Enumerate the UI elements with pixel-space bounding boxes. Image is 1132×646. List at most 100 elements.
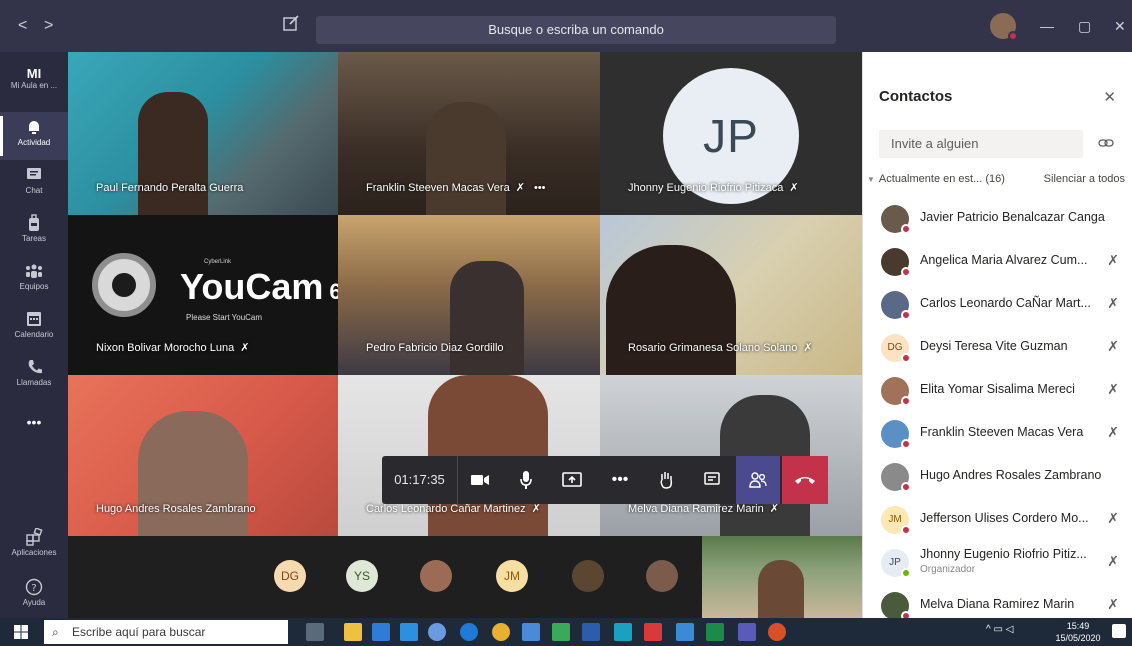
camera-button[interactable] [460, 456, 500, 504]
participant-chip[interactable] [572, 560, 604, 592]
minimize-button[interactable]: — [1040, 18, 1054, 34]
teams-icon [26, 264, 42, 278]
share-screen-button[interactable] [552, 456, 592, 504]
raise-hand-button[interactable] [646, 456, 686, 504]
mic-off-icon[interactable]: ✗ [1107, 553, 1119, 570]
powerpoint-icon[interactable] [768, 623, 786, 641]
forward-arrow-icon[interactable]: > [44, 16, 53, 36]
mic-off-icon[interactable]: ✗ [1107, 338, 1119, 355]
mic-off-icon[interactable]: ✗ [1107, 510, 1119, 527]
chat-toggle-button[interactable] [692, 456, 732, 504]
contacts-panel: Contactos ✕ Invite a alguien ▼ Actualment… [862, 52, 1132, 621]
participant-row[interactable]: Hugo Andres Rosales Zambrano [863, 455, 1132, 498]
rail-item-aplicaciones[interactable]: Aplicaciones [0, 522, 68, 570]
close-panel-icon[interactable]: ✕ [1103, 88, 1116, 106]
close-window-button[interactable]: ✕ [1114, 18, 1126, 34]
video-tile[interactable]: JP Jhonny Eugenio Riofrio Pitizaca ✗ [600, 52, 862, 215]
presence-status-icon [901, 353, 911, 363]
notification-center-icon[interactable] [1112, 624, 1126, 638]
rail-item-equipos[interactable]: Equipos [0, 256, 68, 304]
invite-input[interactable]: Invite a alguien [879, 130, 1083, 158]
store-icon[interactable] [372, 623, 390, 641]
participant-chip[interactable]: DG [274, 560, 306, 592]
command-search-input[interactable]: Busque o escriba un comando [316, 16, 836, 44]
presence-status-icon [901, 267, 911, 277]
rail-item-calendario[interactable]: Calendario [0, 304, 68, 352]
participant-row[interactable]: DG Deysi Teresa Vite Guzman ✗ [863, 326, 1132, 369]
system-tray-icons[interactable]: ^ ▭ ◁ [986, 624, 1013, 635]
excel-icon[interactable] [706, 623, 724, 641]
participant-name: Carlos Leonardo Cañar Martinez ✗ [366, 503, 541, 515]
org-switcher[interactable]: MI Mi Aula en ... [0, 60, 68, 108]
rail-item-tareas[interactable]: Tareas [0, 208, 68, 256]
video-tile[interactable]: Pedro Fabricio Diaz Gordillo [338, 215, 600, 375]
rail-item-chat[interactable]: Chat [0, 160, 68, 208]
taskbar-search-input[interactable]: ⌕ Escribe aquí para buscar [44, 620, 288, 644]
presence-status-icon [901, 310, 911, 320]
more-icon: ••• [611, 471, 629, 488]
share-link-icon[interactable] [1098, 136, 1114, 150]
system-clock[interactable]: 15:49 15/05/2020 [1050, 620, 1106, 644]
whatsapp-icon[interactable] [552, 623, 570, 641]
mic-off-icon[interactable]: ✗ [1107, 295, 1119, 312]
self-video-preview[interactable] [702, 536, 862, 618]
mute-all-button[interactable]: Silenciar a todos [1044, 172, 1125, 186]
mic-off-icon[interactable]: ✗ [1107, 424, 1119, 441]
participant-row[interactable]: Angelica Maria Alvarez Cum... ✗ [863, 240, 1132, 283]
presence-status-icon [901, 568, 911, 578]
app-icon[interactable] [614, 623, 632, 641]
participant-chip[interactable] [420, 560, 452, 592]
participant-row[interactable]: JM Jefferson Ulises Cordero Mo... ✗ [863, 498, 1132, 541]
video-tile[interactable]: Hugo Andres Rosales Zambrano [68, 375, 338, 536]
rail-item-more[interactable]: ••• [0, 404, 68, 452]
participant-row[interactable]: Javier Patricio Benalcazar Canga [863, 197, 1132, 240]
edge-icon[interactable] [460, 623, 478, 641]
chrome-icon[interactable] [492, 623, 510, 641]
participant-row[interactable]: Carlos Leonardo CaÑar Mart... ✗ [863, 283, 1132, 326]
mic-off-icon: ✗ [769, 503, 779, 515]
video-tile[interactable]: Rosario Grimanesa Solano Solano ✗ [600, 215, 862, 375]
windows-start-icon[interactable] [14, 625, 28, 639]
user-avatar[interactable] [990, 13, 1018, 41]
participant-row[interactable]: Franklin Steeven Macas Vera ✗ [863, 412, 1132, 455]
presence-status-icon [901, 224, 911, 234]
word-icon[interactable] [582, 623, 600, 641]
microphone-button[interactable] [506, 456, 546, 504]
app-icon[interactable] [522, 623, 540, 641]
more-options-icon: ••• [533, 182, 546, 194]
participant-chip[interactable] [646, 560, 678, 592]
mail-icon[interactable] [400, 623, 418, 641]
video-tile[interactable]: CyberLink YouCam 6 Please Start YouCam Ni… [68, 215, 338, 375]
hang-up-button[interactable] [782, 456, 828, 504]
mic-off-icon[interactable]: ✗ [1107, 381, 1119, 398]
participants-button[interactable] [736, 456, 780, 504]
in-meeting-section-header[interactable]: ▼ Actualmente en est... (16) Silenciar a … [867, 172, 1129, 187]
rail-item-ayuda[interactable]: ? Ayuda [0, 572, 68, 620]
compose-icon[interactable] [282, 14, 300, 32]
more-actions-button[interactable]: ••• [600, 456, 640, 504]
share-screen-icon [562, 472, 582, 487]
participant-name: Hugo Andres Rosales Zambrano [920, 468, 1102, 482]
mic-off-icon[interactable]: ✗ [1107, 252, 1119, 269]
participant-row[interactable]: JP Jhonny Eugenio Riofrio Pitiz... Organiz… [863, 541, 1132, 584]
video-tile[interactable]: Paul Fernando Peralta Guerra [68, 52, 338, 215]
back-arrow-icon[interactable]: < [18, 16, 27, 36]
maximize-button[interactable]: ▢ [1078, 18, 1091, 34]
app-icon[interactable] [644, 623, 662, 641]
participant-name: Melva Diana Ramirez Marin [920, 597, 1075, 611]
video-tile[interactable]: Franklin Steeven Macas Vera ✗ ••• [338, 52, 600, 215]
participant-name: Deysi Teresa Vite Guzman [920, 339, 1068, 353]
rail-item-llamadas[interactable]: Llamadas [0, 352, 68, 400]
participant-chip[interactable]: JM [496, 560, 528, 592]
participant-chip[interactable]: YS [346, 560, 378, 592]
participant-name: Melva Diana Ramirez Marin ✗ [628, 503, 779, 515]
app-icon[interactable] [676, 623, 694, 641]
mic-off-icon[interactable]: ✗ [1107, 596, 1119, 613]
teams-taskbar-icon[interactable] [738, 623, 756, 641]
file-explorer-icon[interactable] [344, 623, 362, 641]
avatar [881, 205, 911, 234]
participant-row[interactable]: Elita Yomar Sisalima Mereci ✗ [863, 369, 1132, 412]
rail-item-actividad[interactable]: Actividad [0, 112, 68, 160]
task-view-icon[interactable] [306, 623, 324, 641]
media-player-icon[interactable] [428, 623, 446, 641]
